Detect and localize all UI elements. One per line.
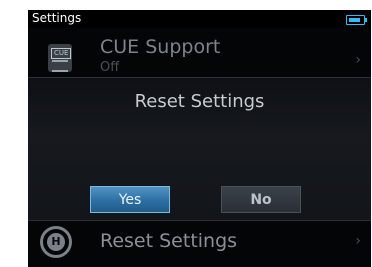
reset-settings-dialog: Reset Settings Yes No — [28, 77, 371, 221]
reset-icon: H — [40, 226, 72, 258]
dialog-title: Reset Settings — [134, 91, 265, 112]
chevron-right-icon: › — [355, 52, 361, 68]
no-button[interactable]: No — [221, 186, 301, 213]
device-screen: Settings CUE CUE Support Off › H Reset S… — [28, 10, 371, 267]
menu-item-value: Off — [100, 60, 120, 75]
menu-item-label: Reset Settings — [100, 230, 238, 252]
menu-item-reset-settings[interactable]: H Reset Settings › — [28, 222, 371, 262]
cue-file-icon: CUE — [48, 44, 72, 72]
yes-button[interactable]: Yes — [90, 186, 170, 213]
battery-icon — [346, 15, 367, 25]
menu-item-cue-support[interactable]: CUE CUE Support Off › — [28, 32, 371, 80]
chevron-right-icon: › — [355, 233, 361, 249]
status-bar: Settings — [28, 10, 371, 28]
screen-title: Settings — [32, 11, 82, 25]
menu-item-label: CUE Support — [100, 36, 221, 58]
